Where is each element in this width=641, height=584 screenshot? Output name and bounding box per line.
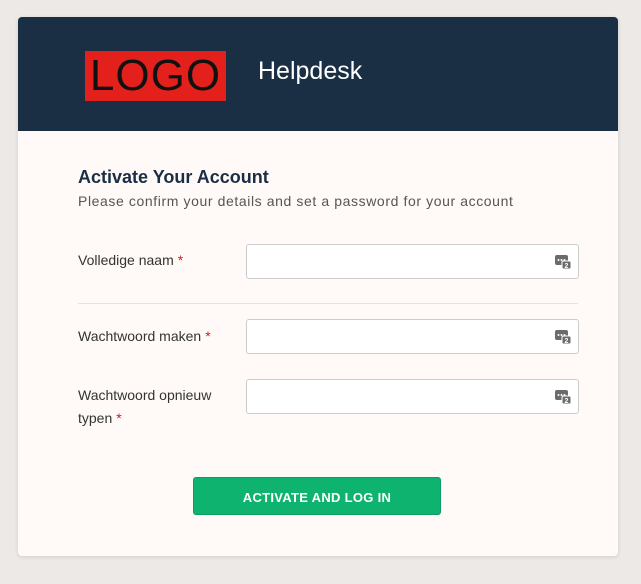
header-bar: LOGO Helpdesk <box>18 17 618 131</box>
create-password-label: Wachtwoord maken * <box>78 325 228 348</box>
create-password-input[interactable] <box>247 320 553 353</box>
activation-card: LOGO Helpdesk Activate Your Account Plea… <box>18 17 618 556</box>
retype-password-field-box: 2 <box>246 379 579 414</box>
full-name-label-text: Volledige naam <box>78 252 174 268</box>
required-marker: * <box>177 252 184 268</box>
password-manager-key-icon[interactable]: 2 <box>555 388 571 404</box>
full-name-input[interactable] <box>247 245 553 278</box>
app-title: Helpdesk <box>258 57 363 85</box>
svg-text:2: 2 <box>565 398 569 404</box>
logo: LOGO <box>85 51 226 101</box>
create-password-field-box: 2 <box>246 319 579 354</box>
activate-and-login-button[interactable]: ACTIVATE AND LOG IN <box>193 477 441 515</box>
svg-text:2: 2 <box>565 263 569 269</box>
retype-password-label-text: Wachtwoord opnieuw typen <box>78 387 212 426</box>
create-password-label-text: Wachtwoord maken <box>78 328 202 344</box>
password-manager-key-icon[interactable]: 2 <box>555 328 571 344</box>
field-divider <box>78 303 578 304</box>
full-name-label: Volledige naam * <box>78 249 228 272</box>
password-manager-key-icon[interactable]: 2 <box>555 253 571 269</box>
retype-password-label: Wachtwoord opnieuw typen * <box>78 384 228 430</box>
page-title: Activate Your Account <box>78 167 269 187</box>
required-marker: * <box>116 410 122 426</box>
required-marker: * <box>205 328 211 344</box>
retype-password-input[interactable] <box>247 380 553 413</box>
svg-text:2: 2 <box>565 338 569 344</box>
full-name-field-box: 2 <box>246 244 579 279</box>
page-subtitle: Please confirm your details and set a pa… <box>78 193 514 209</box>
